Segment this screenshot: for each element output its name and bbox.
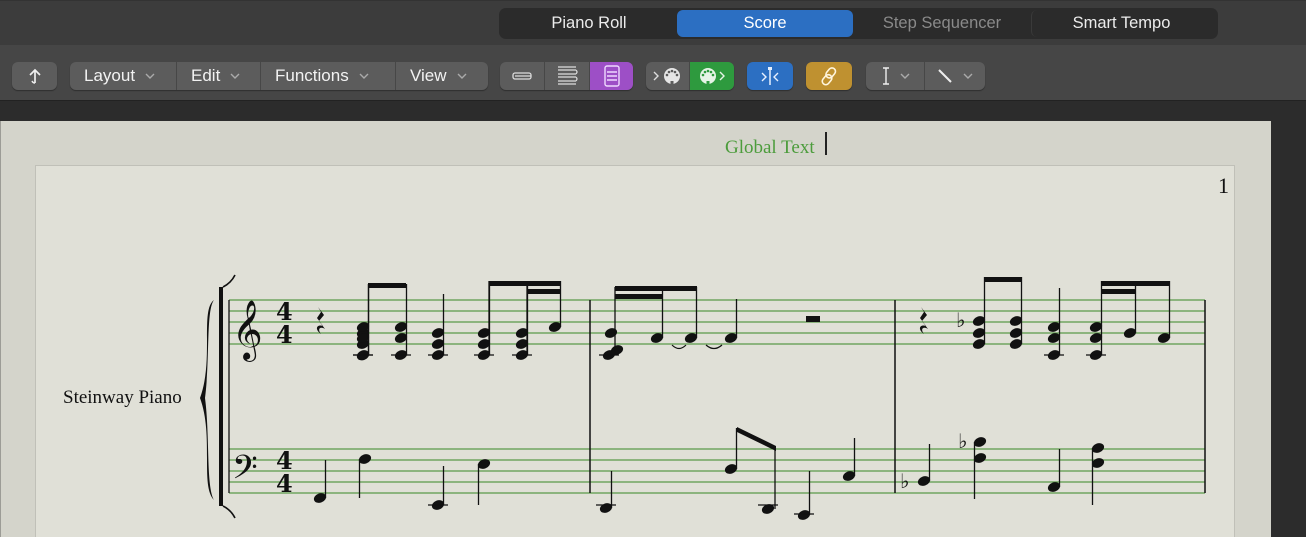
bass-clef: 𝄢 — [232, 449, 258, 495]
piano-brace — [200, 300, 214, 500]
flat-accidental: ♭ — [956, 308, 965, 332]
bass-time-sig-denominator: 4 — [276, 469, 293, 498]
system-bracket — [219, 287, 223, 506]
beam — [489, 281, 561, 286]
beam — [615, 294, 663, 299]
half-rest — [806, 316, 820, 322]
beam — [985, 277, 1022, 282]
beam — [368, 283, 406, 288]
bracket-bottom-hook — [222, 505, 236, 519]
tie — [671, 344, 687, 350]
beam — [615, 286, 697, 291]
notehead — [761, 504, 775, 514]
treble-time-sig-denominator: 4 — [276, 320, 293, 349]
beam — [527, 289, 561, 294]
bracket-top-hook — [222, 274, 236, 288]
tie — [705, 344, 723, 350]
beam — [737, 427, 776, 451]
beam — [1102, 281, 1170, 286]
beam — [1102, 289, 1136, 294]
flat-accidental: ♭ — [900, 469, 909, 493]
notehead — [604, 328, 618, 338]
flat-accidental: ♭ — [958, 429, 967, 453]
score-notation[interactable]: 𝄞𝄢4444♭♭♭ — [0, 0, 1306, 537]
treble-clef: 𝄞 — [232, 300, 263, 362]
